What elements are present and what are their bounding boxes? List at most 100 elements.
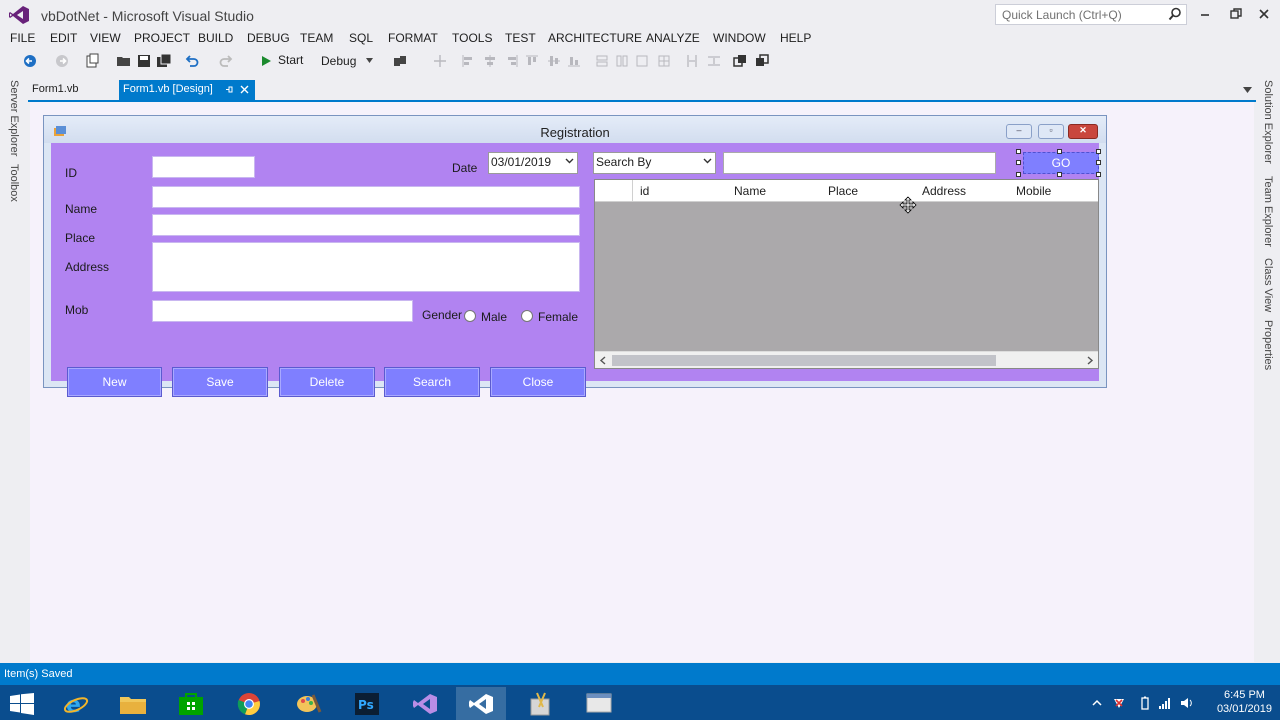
- selection-handle[interactable]: [1057, 172, 1062, 177]
- action-center-icon[interactable]: [1112, 696, 1126, 710]
- redo-icon[interactable]: [218, 53, 234, 69]
- grid-column-id[interactable]: id: [640, 184, 649, 198]
- grid-column-name[interactable]: Name: [734, 184, 766, 198]
- start-icon[interactable]: [258, 53, 274, 69]
- menu-view[interactable]: VIEW: [90, 31, 121, 45]
- menu-tools[interactable]: TOOLS: [452, 31, 492, 45]
- size-to-grid-icon[interactable]: [656, 53, 672, 69]
- id-textbox[interactable]: [152, 156, 255, 178]
- start-label[interactable]: Start: [278, 53, 303, 67]
- make-same-size-icon[interactable]: [634, 53, 650, 69]
- scroll-right-icon[interactable]: [1087, 356, 1094, 365]
- chrome-icon[interactable]: [224, 687, 274, 720]
- selection-handle[interactable]: [1016, 149, 1021, 154]
- send-to-back-icon[interactable]: [754, 53, 770, 69]
- horizontal-spacing-icon[interactable]: [684, 53, 700, 69]
- save-all-icon[interactable]: [156, 53, 172, 69]
- menu-sql[interactable]: SQL: [349, 31, 373, 45]
- make-same-width-icon[interactable]: [594, 53, 610, 69]
- align-tops-icon[interactable]: [524, 53, 540, 69]
- close-icon[interactable]: [1256, 6, 1272, 22]
- open-file-icon[interactable]: [116, 53, 132, 69]
- menu-window[interactable]: WINDOW: [713, 31, 766, 45]
- restore-icon[interactable]: [1228, 6, 1244, 22]
- data-grid[interactable]: id Name Place Address Mobile: [594, 179, 1099, 369]
- new-button[interactable]: New: [67, 367, 162, 397]
- forward-icon[interactable]: [54, 53, 70, 69]
- menu-help[interactable]: HELP: [780, 31, 811, 45]
- volume-icon[interactable]: [1180, 696, 1194, 710]
- toolbox-tab[interactable]: Toolbox: [8, 164, 20, 202]
- battery-icon[interactable]: [1138, 696, 1152, 710]
- visual-studio-installer-icon[interactable]: [400, 687, 450, 720]
- menu-team[interactable]: TEAM: [300, 31, 333, 45]
- align-lefts-icon[interactable]: [460, 53, 476, 69]
- team-explorer-tab[interactable]: Team Explorer: [1262, 176, 1274, 247]
- new-project-icon[interactable]: [84, 53, 100, 69]
- solution-explorer-tab[interactable]: Solution Explorer: [1262, 80, 1274, 164]
- go-button[interactable]: GO: [1023, 152, 1099, 174]
- class-view-tab[interactable]: Class View: [1262, 258, 1274, 312]
- find-in-files-icon[interactable]: [392, 53, 408, 69]
- selection-handle[interactable]: [1096, 172, 1101, 177]
- store-icon[interactable]: [166, 687, 216, 720]
- menu-debug[interactable]: DEBUG: [247, 31, 290, 45]
- scroll-left-icon[interactable]: [599, 356, 606, 365]
- scrollbar-thumb[interactable]: [612, 355, 996, 366]
- selection-handle[interactable]: [1016, 172, 1021, 177]
- internet-explorer-icon[interactable]: e: [52, 687, 102, 720]
- desktop-app-icon[interactable]: [574, 687, 624, 720]
- back-icon[interactable]: [22, 53, 38, 69]
- place-textbox[interactable]: [152, 214, 580, 236]
- windows-start-icon[interactable]: [10, 693, 34, 715]
- minimize-icon[interactable]: [1197, 6, 1213, 22]
- solution-configuration-dropdown[interactable]: Debug: [318, 52, 376, 70]
- delete-button[interactable]: Delete: [279, 367, 375, 397]
- make-same-height-icon[interactable]: [614, 53, 630, 69]
- address-textbox[interactable]: [152, 242, 580, 292]
- grid-column-place[interactable]: Place: [828, 184, 858, 198]
- selection-handle[interactable]: [1096, 160, 1101, 165]
- properties-tab[interactable]: Properties: [1262, 320, 1274, 370]
- align-centers-icon[interactable]: [482, 53, 498, 69]
- menu-analyze[interactable]: ANALYZE: [646, 31, 700, 45]
- menu-architecture[interactable]: ARCHITECTURE: [548, 31, 642, 45]
- close-button[interactable]: Close: [490, 367, 586, 397]
- menu-edit[interactable]: EDIT: [50, 31, 77, 45]
- date-picker[interactable]: 03/01/2019: [488, 152, 578, 174]
- file-explorer-icon[interactable]: [108, 687, 158, 720]
- grid-column-mobile[interactable]: Mobile: [1016, 184, 1051, 198]
- name-textbox[interactable]: [152, 186, 580, 208]
- search-by-combobox[interactable]: Search By: [593, 152, 716, 174]
- male-radio[interactable]: [464, 310, 476, 322]
- align-bottoms-icon[interactable]: [566, 53, 582, 69]
- align-middles-icon[interactable]: [546, 53, 562, 69]
- search-button[interactable]: Search: [384, 367, 480, 397]
- selection-handle[interactable]: [1016, 160, 1021, 165]
- menu-format[interactable]: FORMAT: [388, 31, 438, 45]
- tab-form1-design[interactable]: Form1.vb [Design]: [119, 80, 255, 100]
- menu-build[interactable]: BUILD: [198, 31, 233, 45]
- save-icon[interactable]: [136, 53, 152, 69]
- photoshop-icon[interactable]: Ps: [342, 687, 392, 720]
- paint-icon[interactable]: [284, 687, 334, 720]
- menu-project[interactable]: PROJECT: [134, 31, 190, 45]
- female-radio[interactable]: [521, 310, 533, 322]
- grid-column-address[interactable]: Address: [922, 184, 966, 198]
- clock[interactable]: 6:45 PM 03/01/2019: [1217, 688, 1272, 716]
- save-button[interactable]: Save: [172, 367, 268, 397]
- quick-launch-input[interactable]: Quick Launch (Ctrl+Q): [995, 4, 1187, 25]
- menu-file[interactable]: FILE: [10, 31, 35, 45]
- undo-icon[interactable]: [184, 53, 200, 69]
- menu-test[interactable]: TEST: [505, 31, 536, 45]
- snipping-tool-icon[interactable]: [516, 687, 566, 720]
- align-to-grid-icon[interactable]: [432, 53, 448, 69]
- visual-studio-icon[interactable]: [456, 687, 506, 720]
- selection-handle[interactable]: [1096, 149, 1101, 154]
- bring-to-front-icon[interactable]: [732, 53, 748, 69]
- network-signal-icon[interactable]: [1158, 696, 1172, 710]
- vertical-spacing-icon[interactable]: [706, 53, 722, 69]
- close-tab-icon[interactable]: [240, 85, 249, 94]
- tab-overflow-chevron-icon[interactable]: [1243, 87, 1252, 93]
- mob-textbox[interactable]: [152, 300, 413, 322]
